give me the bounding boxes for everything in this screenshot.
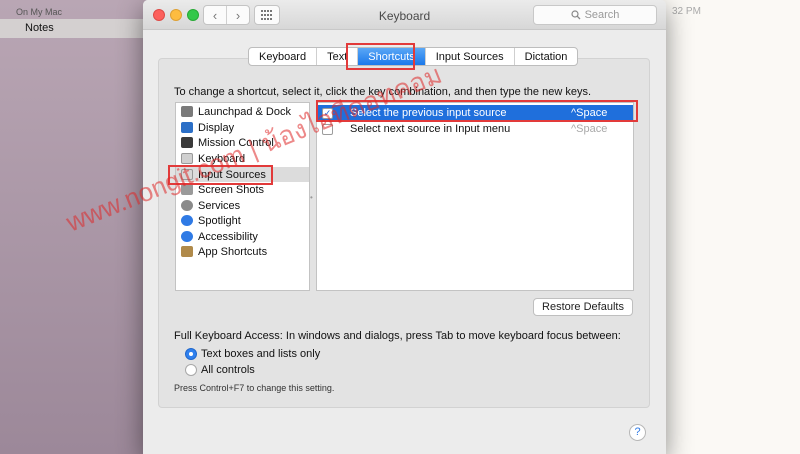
tab-dictation[interactable]: Dictation (513, 48, 578, 65)
restore-defaults-button[interactable]: Restore Defaults (533, 298, 633, 316)
category-label: Spotlight (198, 214, 241, 227)
spotlight-icon (181, 215, 193, 226)
keyboard-access-hint: Press Control+F7 to change this setting. (174, 383, 335, 393)
option-all-controls[interactable]: All controls (185, 363, 255, 377)
shortcut-key[interactable]: ^Space (571, 123, 633, 135)
radio-button[interactable] (185, 348, 197, 360)
option-label: Text boxes and lists only (201, 348, 321, 360)
category-label: Launchpad & Dock (198, 105, 291, 118)
search-icon (570, 10, 581, 20)
notes-folder-item[interactable]: Notes (0, 19, 150, 38)
launchpad-icon (181, 106, 193, 117)
keyboard-access-label: Full Keyboard Access: In windows and dia… (174, 330, 621, 342)
split-divider-handle[interactable]: • (310, 193, 315, 202)
titlebar: ‹ › Keyboard Search (143, 0, 666, 30)
category-label: App Shortcuts (198, 245, 268, 258)
option-label: All controls (201, 364, 255, 376)
accessibility-icon (181, 231, 193, 242)
category-label: Display (198, 121, 235, 134)
search-field[interactable]: Search (533, 5, 657, 25)
shortcut-label: Select next source in Input menu (350, 123, 511, 135)
notes-section-label: On My Mac (16, 7, 63, 17)
option-text-boxes[interactable]: Text boxes and lists only (185, 347, 320, 361)
tab-input-sources[interactable]: Input Sources (424, 48, 514, 65)
search-placeholder: Search (584, 9, 620, 21)
tab-keyboard[interactable]: Keyboard (249, 48, 316, 65)
category-label: Services (198, 199, 241, 212)
radio-button[interactable] (185, 364, 197, 376)
gear-icon (181, 200, 193, 211)
category-accessibility[interactable]: Accessibility (176, 229, 309, 244)
notes-timestamp: 32 PM (672, 6, 701, 17)
mission-control-icon (181, 137, 193, 148)
app-shortcuts-icon (181, 246, 193, 257)
category-spotlight[interactable]: Spotlight (176, 213, 309, 228)
shortcut-key[interactable]: ^Space (571, 107, 633, 119)
display-icon (181, 122, 193, 133)
notes-main-area (650, 0, 800, 454)
shortcut-list: ✓ Select the previous input source ^Spac… (316, 102, 634, 291)
help-button[interactable]: ? (629, 424, 646, 441)
question-icon: ? (634, 426, 641, 438)
category-app-shortcuts[interactable]: App Shortcuts (176, 244, 309, 259)
tab-text[interactable]: Text (316, 48, 357, 65)
category-services[interactable]: Services (176, 198, 309, 213)
category-label: Accessibility (198, 230, 258, 243)
